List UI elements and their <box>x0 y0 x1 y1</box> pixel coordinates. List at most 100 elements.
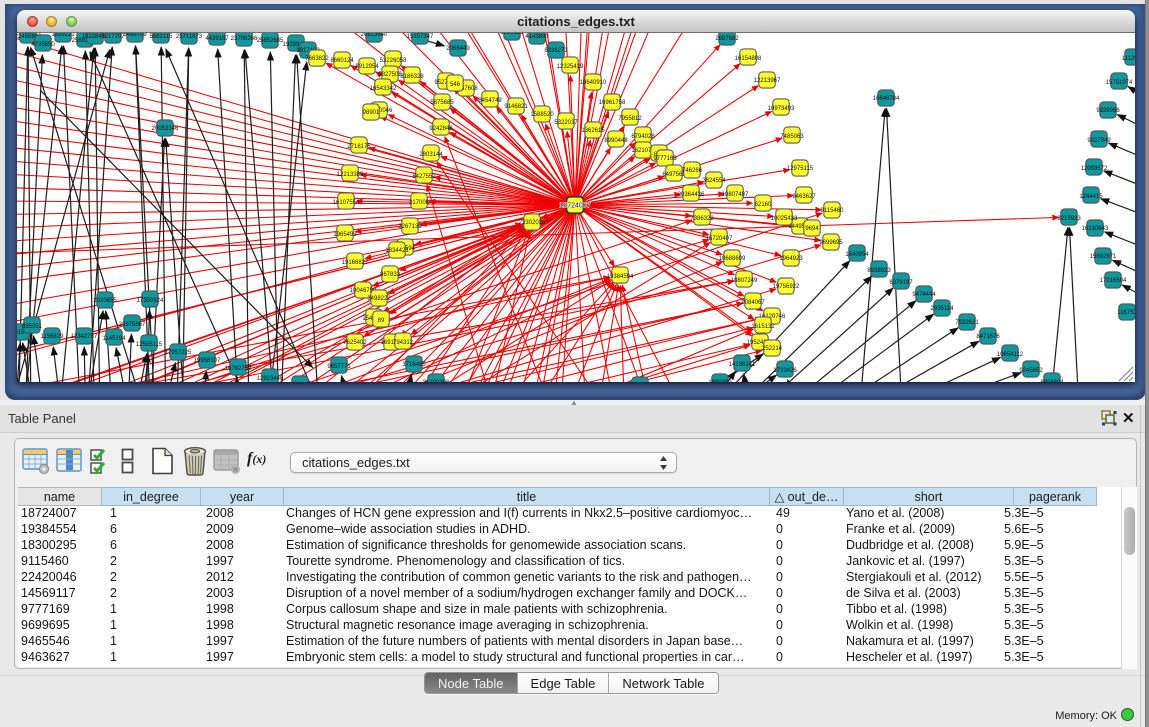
svg-text:2718176: 2718176 <box>347 144 371 150</box>
svg-text:8912954: 8912954 <box>355 64 379 70</box>
svg-text:546: 546 <box>450 82 461 88</box>
svg-text:5682115: 5682115 <box>150 34 174 40</box>
svg-text:16154808: 16154808 <box>735 56 762 62</box>
svg-text:4143890: 4143890 <box>525 34 549 40</box>
svg-text:5322037: 5322037 <box>554 120 578 126</box>
svg-text:4439167: 4439167 <box>205 36 229 42</box>
svg-text:3624554: 3624554 <box>702 178 726 184</box>
svg-text:9217207: 9217207 <box>101 34 125 40</box>
svg-text:8806804: 8806804 <box>1040 380 1064 382</box>
svg-text:9699695: 9699695 <box>819 240 843 246</box>
svg-text:12093572: 12093572 <box>1081 166 1108 172</box>
svg-text:12325419: 12325419 <box>557 64 584 70</box>
svg-text:7955812: 7955812 <box>618 116 642 122</box>
svg-text:9146821: 9146821 <box>504 104 528 110</box>
svg-text:25852685: 25852685 <box>257 38 284 44</box>
svg-text:1890399: 1890399 <box>708 380 732 382</box>
svg-text:12923448: 12923448 <box>257 376 284 382</box>
svg-text:9694: 9694 <box>805 226 819 232</box>
svg-text:18807249: 18807249 <box>731 278 758 284</box>
svg-text:20364436: 20364436 <box>678 192 705 198</box>
svg-text:1965493: 1965493 <box>333 232 357 238</box>
svg-text:252214: 252214 <box>762 346 783 352</box>
svg-text:12213389: 12213389 <box>337 172 364 178</box>
svg-text:10654112: 10654112 <box>997 352 1024 358</box>
svg-text:2066449: 2066449 <box>446 46 470 52</box>
svg-text:9084067: 9084067 <box>741 300 765 306</box>
svg-text:1733426: 1733426 <box>773 368 797 374</box>
svg-text:8660124: 8660124 <box>330 58 354 64</box>
svg-text:62160: 62160 <box>755 202 772 208</box>
svg-text:8454749: 8454749 <box>478 98 502 104</box>
svg-text:2687682: 2687682 <box>715 36 739 42</box>
svg-text:9245652: 9245652 <box>1019 368 1043 374</box>
svg-text:18640910: 18640910 <box>580 80 607 86</box>
svg-text:9115460: 9115460 <box>821 208 845 214</box>
svg-text:16782759: 16782759 <box>225 366 252 372</box>
svg-text:9242848: 9242848 <box>429 126 453 132</box>
svg-text:10973493: 10973493 <box>768 106 795 112</box>
svg-text:9657771: 9657771 <box>327 364 351 370</box>
svg-text:2803144: 2803144 <box>419 152 443 158</box>
svg-text:9777169: 9777169 <box>653 156 677 162</box>
svg-text:15692971: 15692971 <box>1090 254 1117 260</box>
svg-text:8471676: 8471676 <box>976 334 1000 340</box>
svg-text:14136141: 14136141 <box>729 362 756 368</box>
svg-text:16648784: 16648784 <box>873 96 900 102</box>
svg-text:15720407: 15720407 <box>706 236 733 242</box>
svg-text:8336273: 8336273 <box>544 48 568 54</box>
svg-text:2020655: 2020655 <box>93 298 117 304</box>
svg-text:9474444: 9474444 <box>912 292 936 298</box>
svg-text:1588520: 1588520 <box>530 112 554 118</box>
svg-text:19166827: 19166827 <box>342 260 369 266</box>
svg-text:835051: 835051 <box>22 324 43 330</box>
svg-text:794312: 794312 <box>393 340 414 346</box>
svg-text:6379197: 6379197 <box>889 280 913 286</box>
svg-text:8186328: 8186328 <box>400 74 424 80</box>
svg-text:1156829: 1156829 <box>41 334 65 340</box>
svg-text:23706266: 23706266 <box>231 36 258 42</box>
svg-text:1964923: 1964923 <box>779 256 803 262</box>
svg-text:12342757: 12342757 <box>71 334 98 340</box>
svg-text:9827508: 9827508 <box>378 72 402 78</box>
svg-text:1362615: 1362615 <box>581 128 605 134</box>
svg-text:317006: 317006 <box>409 200 430 206</box>
svg-text:7663822: 7663822 <box>305 56 329 62</box>
svg-text:12975115: 12975115 <box>787 166 814 172</box>
svg-text:16107554: 16107554 <box>333 200 360 206</box>
svg-text:7632621: 7632621 <box>955 320 979 326</box>
svg-text:10025433: 10025433 <box>771 216 798 222</box>
svg-text:7485063: 7485063 <box>780 134 804 140</box>
svg-text:10688609: 10688609 <box>719 256 746 262</box>
svg-text:89: 89 <box>378 318 385 324</box>
svg-text:867833: 867833 <box>380 272 401 278</box>
svg-text:1145194: 1145194 <box>103 336 127 342</box>
svg-text:9227349: 9227349 <box>1087 138 1111 144</box>
svg-text:3716485: 3716485 <box>402 362 426 368</box>
svg-text:4735650: 4735650 <box>31 42 55 48</box>
svg-text:17957225: 17957225 <box>165 350 192 356</box>
svg-text:15751074: 15751074 <box>1106 80 1133 86</box>
svg-text:3267130: 3267130 <box>398 224 422 230</box>
svg-text:1112986: 1112986 <box>1122 56 1135 62</box>
svg-text:7386322: 7386322 <box>690 216 714 222</box>
svg-text:8215933: 8215933 <box>1057 216 1081 222</box>
svg-text:19958107: 19958107 <box>194 358 221 364</box>
svg-text:98901: 98901 <box>363 110 380 116</box>
svg-text:1640954: 1640954 <box>845 252 869 258</box>
svg-text:15157347: 15157347 <box>407 34 434 40</box>
svg-text:12505115: 12505115 <box>136 342 163 348</box>
svg-text:19384594: 19384594 <box>607 274 634 280</box>
svg-text:19756922: 19756922 <box>773 284 800 290</box>
svg-text:8938923: 8938923 <box>867 268 891 274</box>
svg-text:16961758: 16961758 <box>599 100 626 106</box>
svg-text:16210643: 16210643 <box>1082 226 1109 232</box>
svg-text:6794028: 6794028 <box>631 134 655 140</box>
svg-text:8990448: 8990448 <box>604 138 628 144</box>
svg-text:1244415: 1244415 <box>1079 194 1103 200</box>
svg-text:23975867: 23975867 <box>119 322 146 328</box>
svg-text:20053346: 20053346 <box>152 126 179 132</box>
svg-text:17359924: 17359924 <box>137 298 164 304</box>
svg-text:1834421: 1834421 <box>385 248 409 254</box>
svg-text:10807487: 10807487 <box>722 192 749 198</box>
